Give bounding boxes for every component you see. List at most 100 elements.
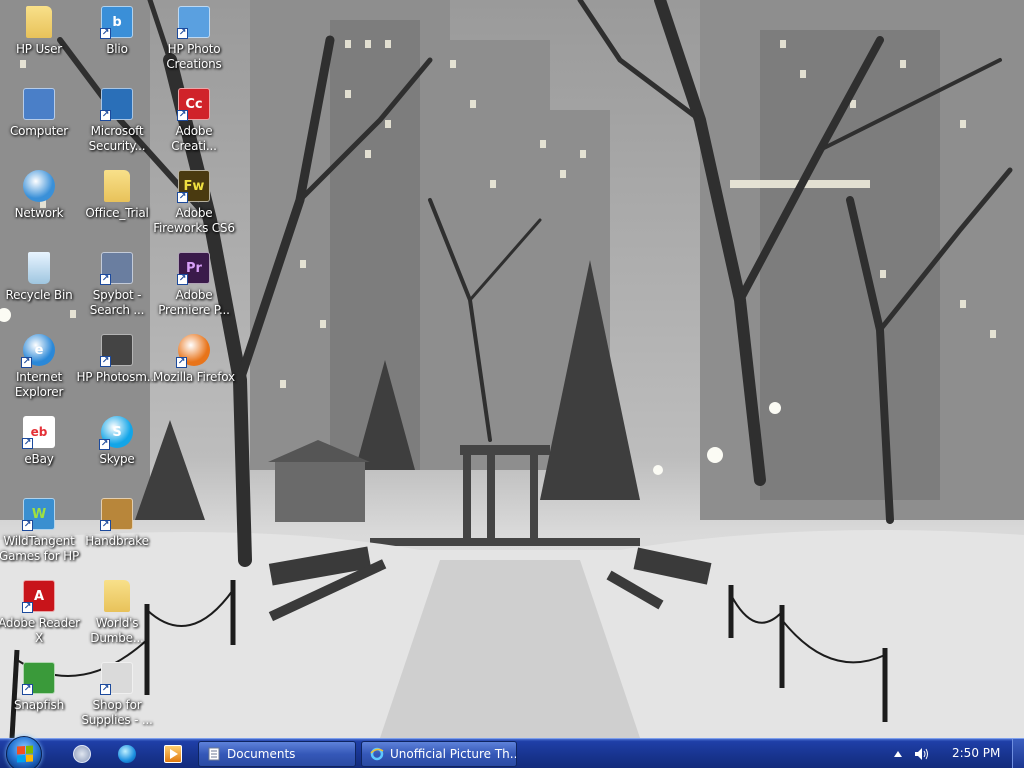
- desktop-icon-label: Adobe Premiere P...: [158, 288, 230, 317]
- fireworks-icon: Fw ↗: [177, 170, 210, 203]
- media-player-icon[interactable]: [164, 745, 182, 763]
- desktop-icon-ebay[interactable]: eb ↗ eBay: [0, 410, 80, 490]
- shortcut-arrow-icon: ↗: [22, 520, 33, 531]
- desktop-icon-blio[interactable]: b ↗ Blio: [76, 0, 158, 80]
- shortcut-arrow-icon: ↗: [99, 439, 110, 450]
- desktop-icon-mozilla-firefox[interactable]: ↗ Mozilla Firefox: [153, 328, 235, 408]
- desktop-icon-label: Handbrake: [85, 534, 149, 548]
- desktop-icon-computer[interactable]: Computer: [0, 82, 80, 162]
- shortcut-arrow-icon: ↗: [176, 357, 187, 368]
- globe-quicklaunch-icon[interactable]: [118, 745, 136, 763]
- shortcut-arrow-icon: ↗: [177, 274, 188, 285]
- shortcut-arrow-icon: ↗: [177, 110, 188, 121]
- desktop-icon-adobe-fireworks-cs6[interactable]: Fw ↗ Adobe Fireworks CS6: [153, 164, 235, 244]
- desktop-icon-label: HP Photosm...: [76, 370, 158, 384]
- firefox-icon: ↗: [176, 334, 210, 368]
- desktop-icon-label: Adobe Reader X: [0, 616, 80, 645]
- show-hidden-icons-arrow-icon[interactable]: [893, 749, 903, 759]
- taskbar-button-label: Unofficial Picture Th...: [390, 747, 517, 761]
- adobe-reader-icon: A ↗: [22, 580, 55, 613]
- network-globe-icon: [23, 170, 55, 202]
- shortcut-arrow-icon: ↗: [100, 520, 111, 531]
- desktop-icon-label: HP Photo Creations: [166, 42, 222, 71]
- shortcut-arrow-icon: ↗: [100, 274, 111, 285]
- taskbar-button-browser[interactable]: Unofficial Picture Th...: [361, 741, 517, 767]
- desktop-icon-hp-user[interactable]: HP User: [0, 0, 80, 80]
- desktop-icon-spybot-search[interactable]: ↗ Spybot - Search ...: [76, 246, 158, 326]
- recycle-bin-icon: [28, 252, 50, 284]
- desktop-icon-label: Adobe Creati...: [171, 124, 217, 153]
- desktop-icon-recycle-bin[interactable]: Recycle Bin: [0, 246, 80, 326]
- hp-quicklaunch-icon[interactable]: [73, 745, 91, 763]
- handbrake-icon: ↗: [100, 498, 133, 531]
- wildtangent-icon: W ↗: [22, 498, 55, 531]
- taskbar-button-label: Documents: [227, 747, 296, 761]
- taskbar-button-documents[interactable]: Documents: [198, 741, 356, 767]
- desktop-icon-shop-for-supplies[interactable]: ↗ Shop for Supplies - ...: [76, 656, 158, 736]
- desktop-icon-label: Skype: [99, 452, 135, 466]
- blio-icon: b ↗: [100, 6, 133, 39]
- desktop-icon-snapfish[interactable]: ↗ Snapfish: [0, 656, 80, 736]
- desktop-icon-label: WildTangent Games for HP: [0, 534, 79, 563]
- adobe-creative-cloud-icon: Cc ↗: [177, 88, 210, 121]
- shortcut-arrow-icon: ↗: [100, 110, 111, 121]
- hp-photo-creations-icon: ↗: [177, 6, 210, 39]
- desktop-icon-label: Mozilla Firefox: [153, 370, 235, 384]
- spybot-icon: ↗: [100, 252, 133, 285]
- shortcut-arrow-icon: ↗: [100, 28, 111, 39]
- desktop-icon-label: World's Dumbe...: [90, 616, 144, 645]
- volume-icon[interactable]: [914, 747, 930, 761]
- internet-explorer-window-icon: [370, 747, 384, 761]
- desktop-icon-adobe-premiere-p[interactable]: Pr ↗ Adobe Premiere P...: [153, 246, 235, 326]
- desktop-icon-world-s-dumbe[interactable]: World's Dumbe...: [76, 574, 158, 654]
- desktop-icon-label: Internet Explorer: [14, 370, 64, 399]
- shortcut-arrow-icon: ↗: [177, 192, 188, 203]
- desktop-icon-microsoft-security[interactable]: ↗ Microsoft Security...: [76, 82, 158, 162]
- shortcut-arrow-icon: ↗: [22, 438, 33, 449]
- desktop-icon-label: Shop for Supplies - ...: [81, 698, 153, 727]
- hp-photosmart-icon: ↗: [100, 334, 133, 367]
- desktop-icon-network[interactable]: Network: [0, 164, 80, 244]
- desktop[interactable]: HP User b ↗ Blio ↗ HP Photo Creations Computer…: [0, 0, 1024, 738]
- folder-icon: [104, 580, 130, 612]
- desktop-icon-label: Recycle Bin: [5, 288, 73, 302]
- desktop-icon-label: Snapfish: [13, 698, 64, 712]
- desktop-icon-adobe-reader-x[interactable]: A ↗ Adobe Reader X: [0, 574, 80, 654]
- desktop-icon-label: Adobe Fireworks CS6: [153, 206, 235, 235]
- clock[interactable]: 2:50 PM: [952, 746, 1000, 760]
- snapfish-icon: ↗: [22, 662, 55, 695]
- premiere-icon: Pr ↗: [177, 252, 210, 285]
- skype-icon: S ↗: [99, 416, 133, 450]
- desktop-icon-label: Blio: [106, 42, 128, 56]
- ebay-icon: eb ↗: [22, 416, 55, 449]
- windows-logo-icon: [17, 745, 33, 763]
- desktop-icon-label: Computer: [9, 124, 69, 138]
- desktop-icon-wildtangent-games-for-hp[interactable]: W ↗ WildTangent Games for HP: [0, 492, 80, 572]
- folder-icon: [26, 6, 52, 38]
- desktop-icon-hp-photo-creations[interactable]: ↗ HP Photo Creations: [153, 0, 235, 80]
- show-desktop-button[interactable]: [1012, 739, 1024, 768]
- printer-supplies-icon: ↗: [100, 662, 133, 695]
- internet-explorer-icon: e ↗: [21, 334, 55, 368]
- folder-icon: [104, 170, 130, 202]
- computer-icon: [23, 88, 55, 120]
- desktop-icon-hp-photosm[interactable]: ↗ HP Photosm...: [76, 328, 158, 408]
- desktop-icon-internet-explorer[interactable]: e ↗ Internet Explorer: [0, 328, 80, 408]
- desktop-icon-skype[interactable]: S ↗ Skype: [76, 410, 158, 490]
- desktop-icon-handbrake[interactable]: ↗ Handbrake: [76, 492, 158, 572]
- desktop-icon-label: HP User: [15, 42, 63, 56]
- shortcut-arrow-icon: ↗: [22, 602, 33, 613]
- desktop-icon-label: Network: [14, 206, 64, 220]
- documents-window-icon: [208, 747, 220, 761]
- shortcut-arrow-icon: ↗: [22, 684, 33, 695]
- shortcut-arrow-icon: ↗: [100, 356, 111, 367]
- taskbar: Documents Unofficial Picture Th... 2:50 …: [0, 736, 1024, 768]
- desktop-icon-label: Spybot - Search ...: [89, 288, 145, 317]
- security-shield-icon: ↗: [100, 88, 133, 121]
- start-button[interactable]: [6, 736, 42, 768]
- desktop-icon-adobe-creati[interactable]: Cc ↗ Adobe Creati...: [153, 82, 235, 162]
- shortcut-arrow-icon: ↗: [21, 357, 32, 368]
- desktop-icon-label: eBay: [24, 452, 54, 466]
- desktop-icon-office-trial[interactable]: Office_Trial: [76, 164, 158, 244]
- desktop-icon-label: Microsoft Security...: [88, 124, 146, 153]
